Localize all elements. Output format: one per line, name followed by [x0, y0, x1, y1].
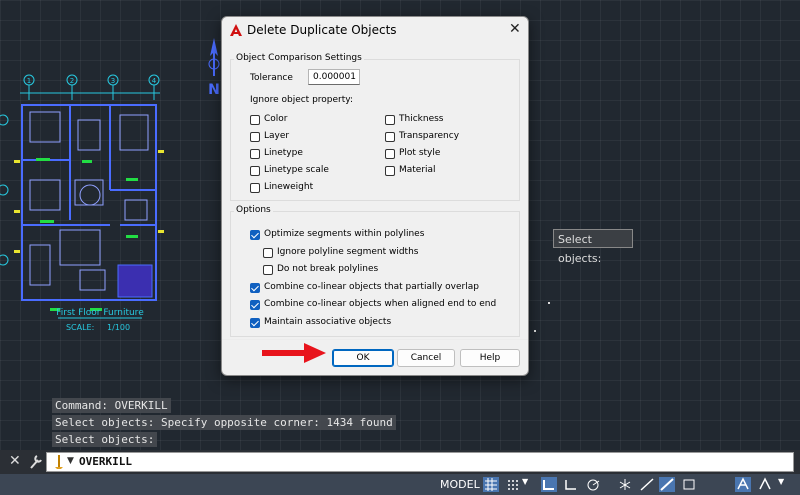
grid-label: 3 — [111, 77, 115, 85]
checkbox[interactable] — [385, 132, 395, 142]
checkbox[interactable] — [263, 247, 273, 258]
command-history-line: Command: OVERKILL — [52, 398, 171, 413]
dialog-titlebar[interactable]: Delete Duplicate Objects ✕ — [222, 17, 528, 45]
checkbox[interactable] — [250, 132, 260, 142]
crosshair-point — [534, 330, 536, 332]
drawing-title: First Floor Furniture — [56, 308, 144, 318]
grid-label: 4 — [152, 77, 157, 85]
osnap-tracking-icon[interactable] — [639, 477, 655, 492]
lineweight-icon[interactable] — [659, 477, 675, 492]
checkbox[interactable] — [250, 149, 260, 159]
checkbox-label[interactable]: Material — [399, 165, 436, 175]
close-icon[interactable]: ✕ — [509, 21, 521, 37]
checkbox-label[interactable]: Optimize segments within polylines — [264, 229, 424, 239]
dynamic-input-tooltip: Select objects: — [553, 229, 633, 265]
checkbox[interactable] — [250, 282, 260, 293]
command-history-line: Select objects: Specify opposite corner:… — [52, 415, 396, 430]
north-label: N — [208, 82, 220, 96]
wrench-icon[interactable] — [28, 452, 44, 470]
red-arrow-annotation-icon — [262, 343, 326, 363]
checkbox-label[interactable]: Ignore polyline segment widths — [277, 247, 418, 257]
dialog-separator — [222, 339, 528, 340]
isodraft-icon[interactable] — [617, 477, 633, 492]
infer-constraints-icon[interactable] — [541, 477, 557, 492]
status-bar: MODEL ▼ ▼ — [0, 474, 800, 495]
ok-button[interactable]: OK — [332, 349, 394, 367]
command-input[interactable]: ▼ OVERKILL — [46, 452, 794, 472]
dialog-title: Delete Duplicate Objects — [247, 23, 397, 37]
checkbox-label[interactable]: Color — [264, 114, 288, 124]
checkbox-label[interactable]: Thickness — [399, 114, 443, 124]
tolerance-label: Tolerance — [250, 73, 293, 83]
checkbox-label[interactable]: Linetype scale — [264, 165, 329, 175]
floor-plan-drawing: 1 2 3 4 First Floor Furniture SCALE: 1/1… — [0, 74, 164, 332]
scale-dropdown-icon[interactable]: ▼ — [778, 477, 786, 492]
checkbox-label[interactable]: Lineweight — [264, 182, 313, 192]
annotation-scale-icon[interactable] — [735, 477, 751, 492]
checkbox-label[interactable]: Combine co-linear objects when aligned e… — [264, 299, 496, 309]
cancel-button[interactable]: Cancel — [397, 349, 455, 367]
checkbox-label[interactable]: Layer — [264, 131, 289, 141]
snap-icon[interactable] — [505, 477, 521, 492]
snap-dropdown-icon[interactable]: ▼ — [522, 477, 530, 492]
checkbox[interactable] — [250, 115, 260, 125]
help-button[interactable]: Help — [460, 349, 520, 367]
tolerance-input[interactable]: 0.000001 — [308, 69, 360, 85]
checkbox-label[interactable]: Linetype — [264, 148, 303, 158]
command-history-line: Select objects: — [52, 432, 158, 447]
grid-icon[interactable] — [483, 477, 499, 492]
checkbox-label[interactable]: Transparency — [399, 131, 459, 141]
polar-tracking-icon[interactable] — [585, 477, 601, 492]
grid-label: 1 — [27, 77, 31, 85]
checkbox-label[interactable]: Maintain associative objects — [264, 317, 391, 327]
checkbox[interactable] — [250, 317, 260, 328]
checkbox[interactable] — [250, 300, 260, 310]
ignore-property-label: Ignore object property: — [250, 95, 353, 105]
chevron-down-icon[interactable]: ▼ — [67, 456, 74, 466]
annotation-visibility-icon[interactable] — [757, 477, 773, 492]
group-title: Object Comparison Settings — [234, 53, 364, 63]
model-space-tab[interactable]: MODEL — [440, 478, 480, 491]
ortho-icon[interactable] — [563, 477, 579, 492]
crosshair-point — [548, 302, 550, 304]
checkbox-label[interactable]: Plot style — [399, 148, 440, 158]
object-snap-icon[interactable] — [681, 477, 697, 492]
command-input-text: OVERKILL — [79, 455, 132, 468]
autocad-logo-icon — [230, 24, 242, 36]
group-title: Options — [234, 205, 273, 215]
checkbox[interactable] — [250, 166, 260, 176]
checkbox-label[interactable]: Combine co-linear objects that partially… — [264, 282, 479, 292]
checkbox[interactable] — [263, 265, 273, 275]
grid-label: 2 — [70, 77, 74, 85]
delete-duplicate-objects-dialog: Delete Duplicate Objects ✕ Object Compar… — [221, 16, 529, 376]
checkbox[interactable] — [250, 230, 260, 240]
checkbox[interactable] — [385, 115, 395, 125]
command-line-bar: ✕ ▼ OVERKILL — [0, 450, 800, 474]
close-icon[interactable]: ✕ — [9, 453, 21, 469]
drawing-scale: SCALE: 1/100 — [66, 323, 130, 332]
checkbox[interactable] — [385, 166, 395, 176]
checkbox-label[interactable]: Do not break polylines — [277, 264, 378, 274]
command-prompt-icon — [55, 455, 63, 469]
checkbox[interactable] — [385, 149, 395, 159]
checkbox[interactable] — [250, 183, 260, 193]
